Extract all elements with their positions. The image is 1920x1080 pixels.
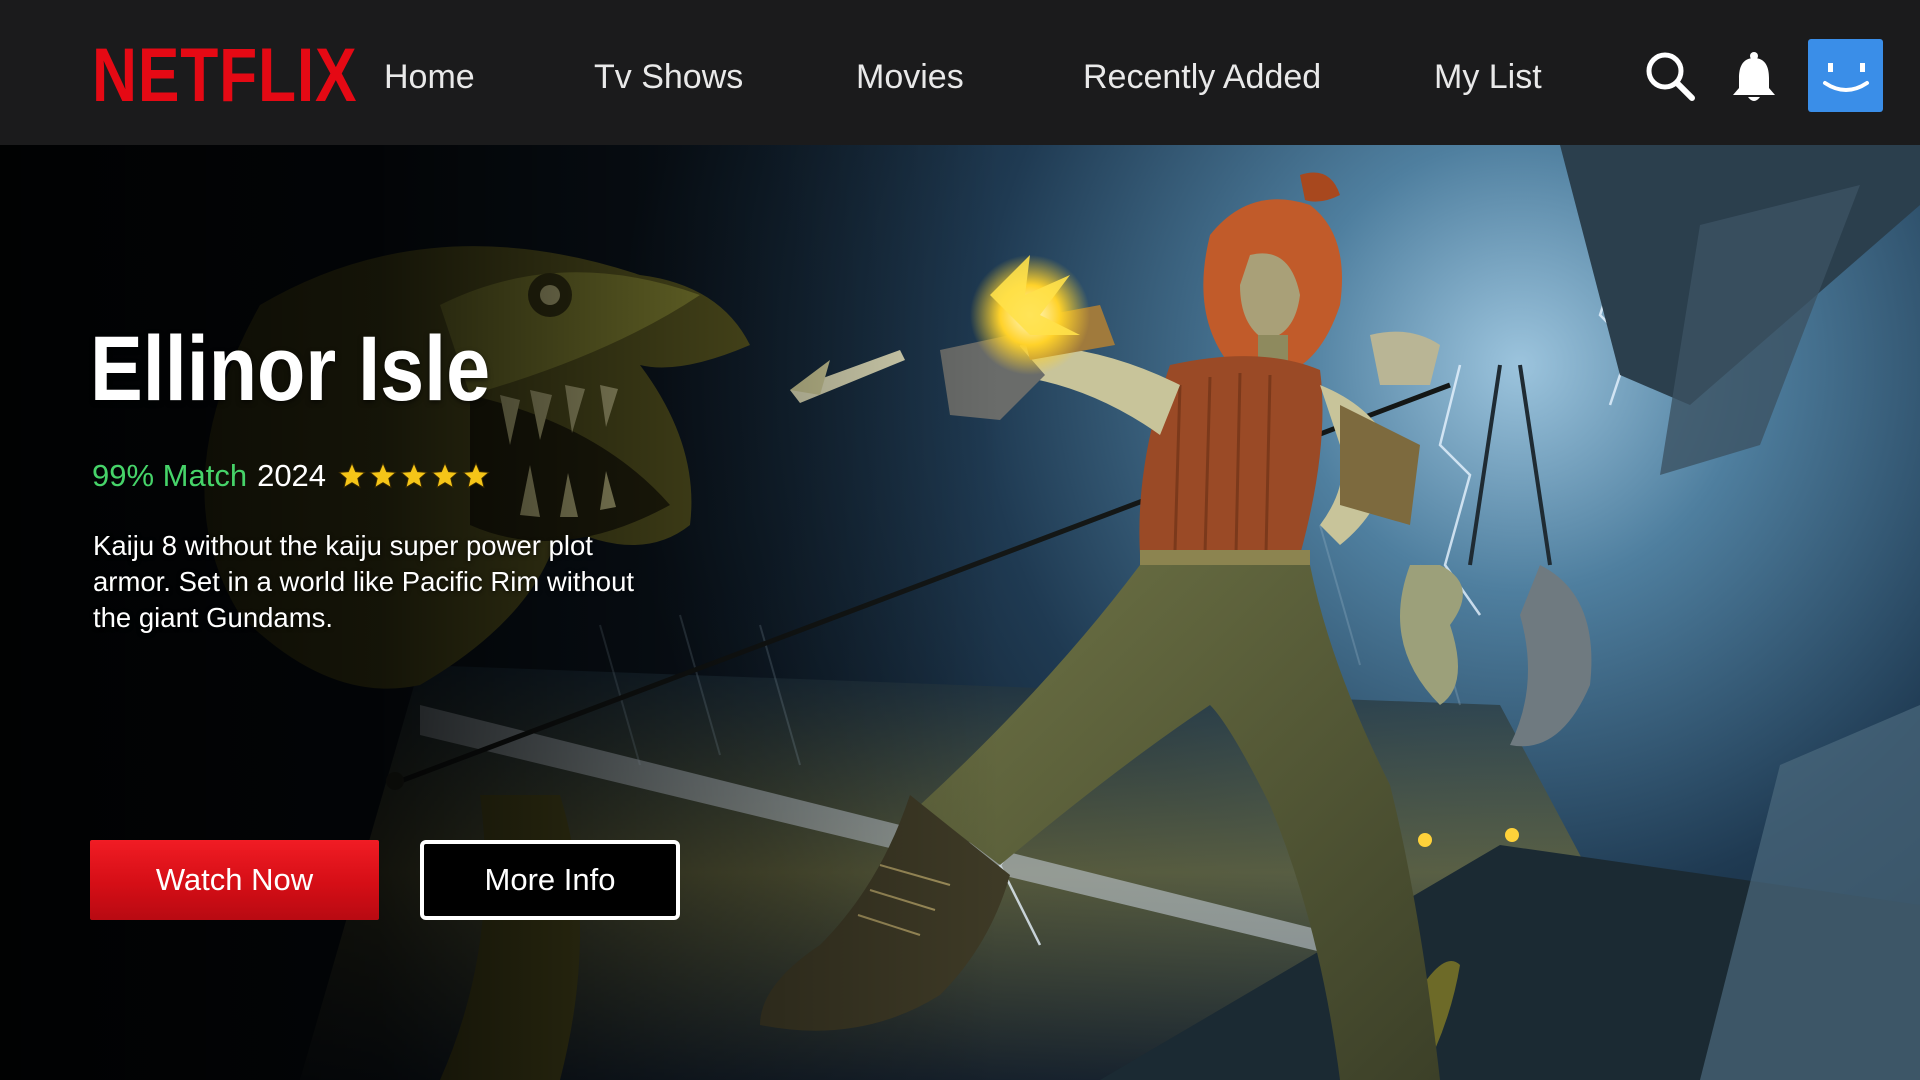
- nav-tv-shows[interactable]: Tv Shows: [594, 60, 743, 94]
- search-icon[interactable]: [1644, 50, 1696, 102]
- nav-recently-added[interactable]: Recently Added: [1083, 60, 1321, 94]
- star-icon: [431, 462, 459, 489]
- nav-movies[interactable]: Movies: [856, 60, 964, 94]
- top-navbar: NETFLIX Home Tv Shows Movies Recently Ad…: [0, 0, 1920, 145]
- star-rating: [338, 462, 490, 489]
- profile-avatar[interactable]: [1808, 39, 1883, 112]
- release-year: 2024: [257, 458, 327, 493]
- star-icon: [338, 462, 366, 489]
- more-info-button[interactable]: More Info: [420, 840, 680, 920]
- netflix-page: NETFLIX Home Tv Shows Movies Recently Ad…: [0, 0, 1920, 1080]
- star-icon: [462, 462, 490, 489]
- netflix-logo[interactable]: NETFLIX: [92, 38, 357, 114]
- bell-icon[interactable]: [1730, 50, 1778, 104]
- match-score: 99% Match: [92, 458, 248, 493]
- star-icon: [400, 462, 428, 489]
- nav-home[interactable]: Home: [384, 60, 475, 94]
- show-meta: 99% Match 2024: [92, 460, 490, 491]
- star-icon: [369, 462, 397, 489]
- nav-my-list[interactable]: My List: [1434, 60, 1542, 94]
- smiley-face-icon: [1823, 63, 1869, 92]
- hero-banner: Ellinor Isle 99% Match 2024 Kaiju 8 with…: [0, 145, 1920, 1080]
- show-title: Ellinor Isle: [90, 318, 491, 420]
- show-description: Kaiju 8 without the kaiju super power pl…: [93, 530, 635, 633]
- watch-now-button[interactable]: Watch Now: [90, 840, 379, 920]
